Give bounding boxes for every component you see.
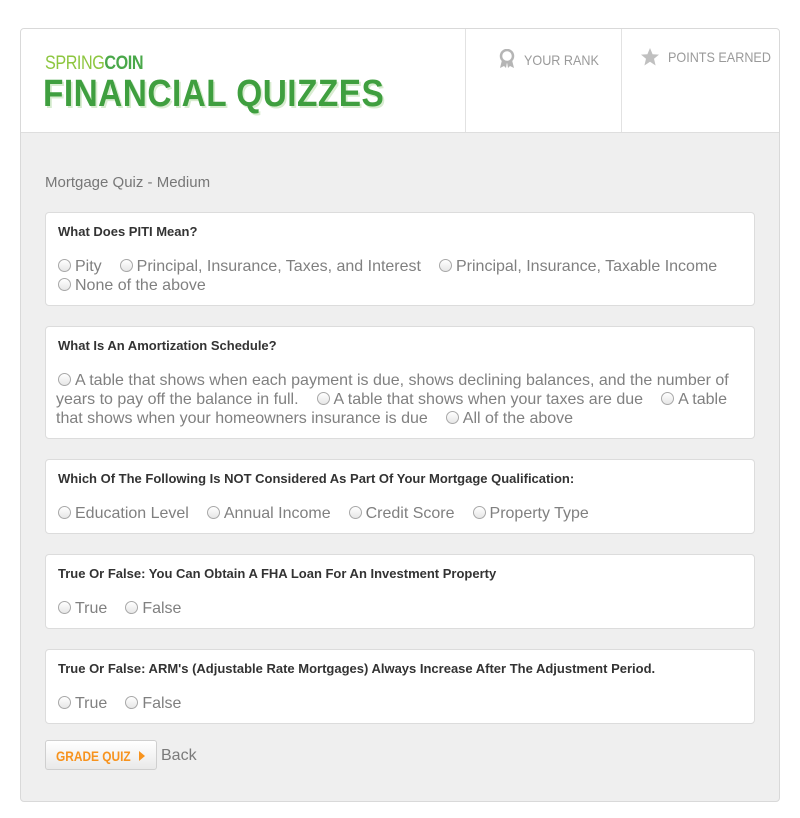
- radio-button[interactable]: [58, 278, 71, 291]
- answer-option[interactable]: A table that shows when your taxes are d…: [315, 391, 644, 408]
- header: SPRINGCOIN FINANCIAL QUIZZES YOUR RANK P…: [21, 29, 779, 133]
- answer-label: None of the above: [75, 277, 206, 294]
- brand-prefix: SPRING: [45, 53, 105, 74]
- question-card: True Or False: You Can Obtain A FHA Loan…: [45, 554, 755, 629]
- answer-label: Annual Income: [223, 505, 331, 522]
- radio-button[interactable]: [58, 373, 71, 386]
- answer-option[interactable]: Education Level: [56, 505, 189, 522]
- radio-button[interactable]: [438, 259, 452, 272]
- question-card: True Or False: ARM's (Adjustable Rate Mo…: [45, 649, 755, 724]
- radio-button[interactable]: [58, 259, 71, 272]
- radio-button[interactable]: [58, 506, 71, 519]
- page-title: FINANCIAL QUIZZES: [43, 73, 385, 115]
- quiz-title: Mortgage Quiz - Medium: [45, 174, 211, 191]
- answer-options: Pity Principal, Insurance, Taxes, and Int…: [56, 257, 746, 295]
- answer-label: False: [142, 695, 182, 712]
- question-text: True Or False: ARM's (Adjustable Rate Mo…: [58, 661, 656, 676]
- answer-label: All of the above: [462, 410, 574, 427]
- answer-label: True: [75, 695, 108, 712]
- arrow-right-icon: [139, 751, 145, 761]
- question-card: Which Of The Following Is NOT Considered…: [45, 459, 755, 534]
- radio-button[interactable]: [206, 506, 220, 519]
- question-text: Which Of The Following Is NOT Considered…: [58, 471, 575, 486]
- your-rank-section: YOUR RANK: [465, 29, 621, 132]
- answer-label: A table that shows when your taxes are d…: [333, 391, 644, 408]
- answer-option[interactable]: True: [56, 695, 107, 712]
- answer-option[interactable]: Property Type: [471, 505, 589, 522]
- radio-button[interactable]: [58, 696, 71, 709]
- ribbon-icon: [498, 48, 516, 74]
- radio-button[interactable]: [58, 601, 71, 614]
- answer-options: Education Level Annual Income Credit Score…: [56, 504, 746, 523]
- answer-options: True False: [56, 599, 746, 618]
- answer-option[interactable]: None of the above: [56, 277, 206, 294]
- answer-option[interactable]: Annual Income: [205, 505, 331, 522]
- answer-label: True: [75, 600, 108, 617]
- points-earned-section: POINTS EARNED: [621, 29, 779, 132]
- question-text: What Does PITI Mean?: [58, 224, 198, 239]
- brand-suffix: COIN: [104, 53, 144, 74]
- radio-button[interactable]: [348, 506, 362, 519]
- quiz-panel: SPRINGCOIN FINANCIAL QUIZZES YOUR RANK P…: [20, 28, 780, 802]
- question-card: What Does PITI Mean? Pity Principal, Insu…: [45, 212, 755, 306]
- answer-option[interactable]: Principal, Insurance, Taxes, and Interes…: [118, 258, 421, 275]
- question-card: What Is An Amortization Schedule? A tabl…: [45, 326, 755, 439]
- radio-button[interactable]: [472, 506, 486, 519]
- answer-option[interactable]: Principal, Insurance, Taxable Income: [437, 258, 717, 275]
- answer-label: False: [142, 600, 182, 617]
- answer-options: True False: [56, 694, 746, 713]
- star-icon: [640, 47, 660, 72]
- radio-button[interactable]: [316, 392, 330, 405]
- grade-quiz-label: GRADE QUIZ: [56, 748, 131, 764]
- radio-button[interactable]: [661, 392, 675, 405]
- points-earned-label: POINTS EARNED: [668, 49, 771, 65]
- answer-label: Principal, Insurance, Taxes, and Interes…: [136, 258, 421, 275]
- answer-label: Property Type: [489, 505, 589, 522]
- answer-option[interactable]: False: [123, 600, 181, 617]
- brand-logo-small: SPRINGCOIN: [45, 53, 143, 75]
- grade-quiz-button[interactable]: GRADE QUIZ: [45, 740, 157, 770]
- question-text: What Is An Amortization Schedule?: [58, 338, 277, 353]
- answer-option[interactable]: Credit Score: [347, 505, 455, 522]
- answer-option[interactable]: All of the above: [444, 410, 573, 427]
- radio-button[interactable]: [119, 259, 133, 272]
- radio-button[interactable]: [445, 411, 459, 424]
- answer-label: Education Level: [75, 505, 189, 522]
- answer-options: A table that shows when each payment is …: [56, 371, 746, 428]
- radio-button[interactable]: [125, 601, 139, 614]
- answer-label: Principal, Insurance, Taxable Income: [455, 258, 718, 275]
- answer-option[interactable]: Pity: [56, 258, 102, 275]
- answer-option[interactable]: True: [56, 600, 107, 617]
- your-rank-label: YOUR RANK: [524, 52, 599, 68]
- back-link[interactable]: Back: [161, 747, 197, 765]
- answer-label: Credit Score: [365, 505, 455, 522]
- radio-button[interactable]: [125, 696, 139, 709]
- answer-option[interactable]: False: [123, 695, 181, 712]
- question-text: True Or False: You Can Obtain A FHA Loan…: [58, 566, 497, 581]
- answer-label: Pity: [75, 258, 102, 275]
